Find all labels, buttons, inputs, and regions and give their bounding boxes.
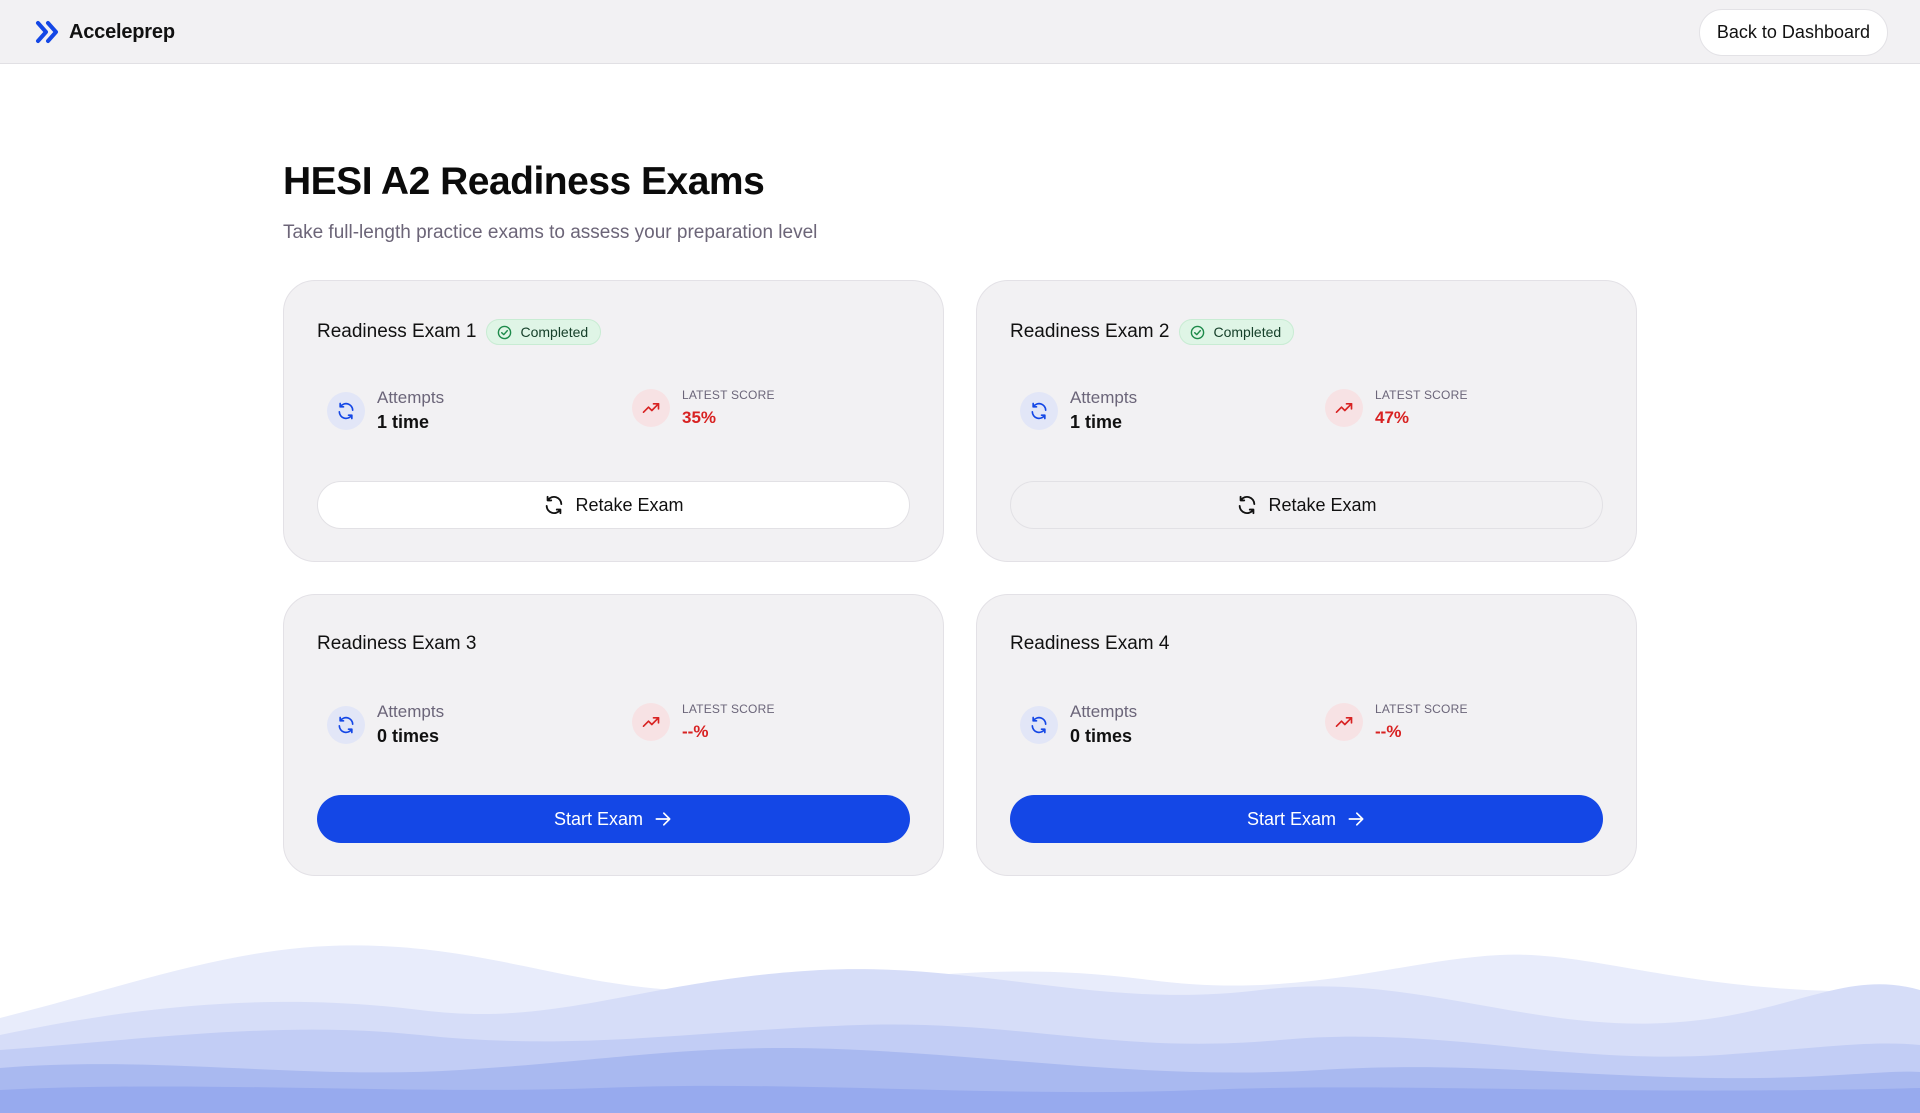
score-stat: LATEST SCORE --%: [1325, 702, 1468, 742]
refresh-icon: [1020, 391, 1058, 430]
latest-score-label: LATEST SCORE: [1375, 702, 1468, 716]
check-circle-icon: [498, 325, 512, 339]
status-label: Completed: [1213, 324, 1282, 340]
check-circle-icon: [1191, 325, 1205, 339]
arrow-right-icon: [1346, 809, 1366, 829]
retake-exam-label: Retake Exam: [1268, 494, 1377, 515]
status-label: Completed: [520, 324, 589, 340]
latest-score-value: 35%: [682, 408, 717, 427]
latest-score-label: LATEST SCORE: [682, 702, 775, 716]
attempts-label: Attempts: [1070, 388, 1138, 407]
refresh-icon: [1020, 705, 1058, 744]
trending-up-icon: [1325, 703, 1363, 741]
latest-score-label: LATEST SCORE: [682, 388, 775, 402]
status-badge: Completed: [486, 319, 602, 345]
page-title: HESI A2 Readiness Exams: [283, 160, 765, 203]
attempts-stat: Attempts 0 times: [1020, 702, 1137, 747]
start-exam-button[interactable]: Start Exam: [317, 795, 910, 843]
exam-card-3: Readiness Exam 3 Attempts 0 times LATEST…: [283, 594, 944, 876]
brand-name: Acceleprep: [69, 20, 175, 43]
exam-title: Readiness Exam 2: [1010, 321, 1170, 342]
score-stat: LATEST SCORE --%: [632, 702, 775, 742]
latest-score-value: --%: [1375, 722, 1402, 741]
score-stat: LATEST SCORE 35%: [632, 388, 775, 428]
exam-card-4: Readiness Exam 4 Attempts 0 times LATEST…: [976, 594, 1637, 876]
exam-title: Readiness Exam 1: [317, 321, 477, 342]
attempts-stat: Attempts 1 time: [327, 388, 444, 433]
score-stat: LATEST SCORE 47%: [1325, 388, 1468, 428]
attempts-value: 1 time: [1070, 412, 1123, 432]
retake-exam-button[interactable]: Retake Exam: [317, 481, 910, 529]
attempts-stat: Attempts 0 times: [327, 702, 444, 747]
refresh-icon: [327, 391, 365, 430]
retake-exam-button[interactable]: Retake Exam: [1010, 481, 1603, 529]
attempts-value: 0 times: [1070, 726, 1133, 746]
exam-title: Readiness Exam 4: [1010, 633, 1170, 654]
refresh-icon: [327, 705, 365, 744]
back-to-dashboard-button[interactable]: Back to Dashboard: [1698, 9, 1888, 56]
start-exam-button[interactable]: Start Exam: [1010, 795, 1603, 843]
arrow-right-icon: [653, 809, 673, 829]
start-exam-label: Start Exam: [553, 808, 644, 829]
attempts-label: Attempts: [377, 388, 445, 407]
refresh-icon: [1236, 494, 1258, 516]
trending-up-icon: [632, 389, 670, 427]
attempts-label: Attempts: [1070, 702, 1138, 721]
trending-up-icon: [1325, 389, 1363, 427]
attempts-value: 1 time: [377, 412, 430, 432]
exam-card-2: Readiness Exam 2 Completed Attempts 1 ti…: [976, 280, 1637, 562]
latest-score-label: LATEST SCORE: [1375, 388, 1468, 402]
latest-score-value: 47%: [1375, 408, 1410, 427]
attempts-value: 0 times: [377, 726, 440, 746]
attempts-stat: Attempts 1 time: [1020, 388, 1137, 433]
refresh-icon: [543, 494, 565, 516]
top-bar: Acceleprep Back to Dashboard: [0, 0, 1920, 64]
decorative-waves: [0, 945, 1920, 1113]
brand[interactable]: Acceleprep: [35, 19, 175, 45]
exam-title: Readiness Exam 3: [317, 633, 477, 654]
status-badge: Completed: [1179, 319, 1295, 345]
latest-score-value: --%: [682, 722, 709, 741]
page-subtitle: Take full-length practice exams to asses…: [283, 222, 818, 243]
double-chevron-logo-icon: [36, 21, 58, 43]
attempts-label: Attempts: [377, 702, 445, 721]
trending-up-icon: [632, 703, 670, 741]
retake-exam-label: Retake Exam: [575, 494, 684, 515]
start-exam-label: Start Exam: [1246, 808, 1337, 829]
exam-card-1: Readiness Exam 1 Completed Attempts 1 ti…: [283, 280, 944, 562]
